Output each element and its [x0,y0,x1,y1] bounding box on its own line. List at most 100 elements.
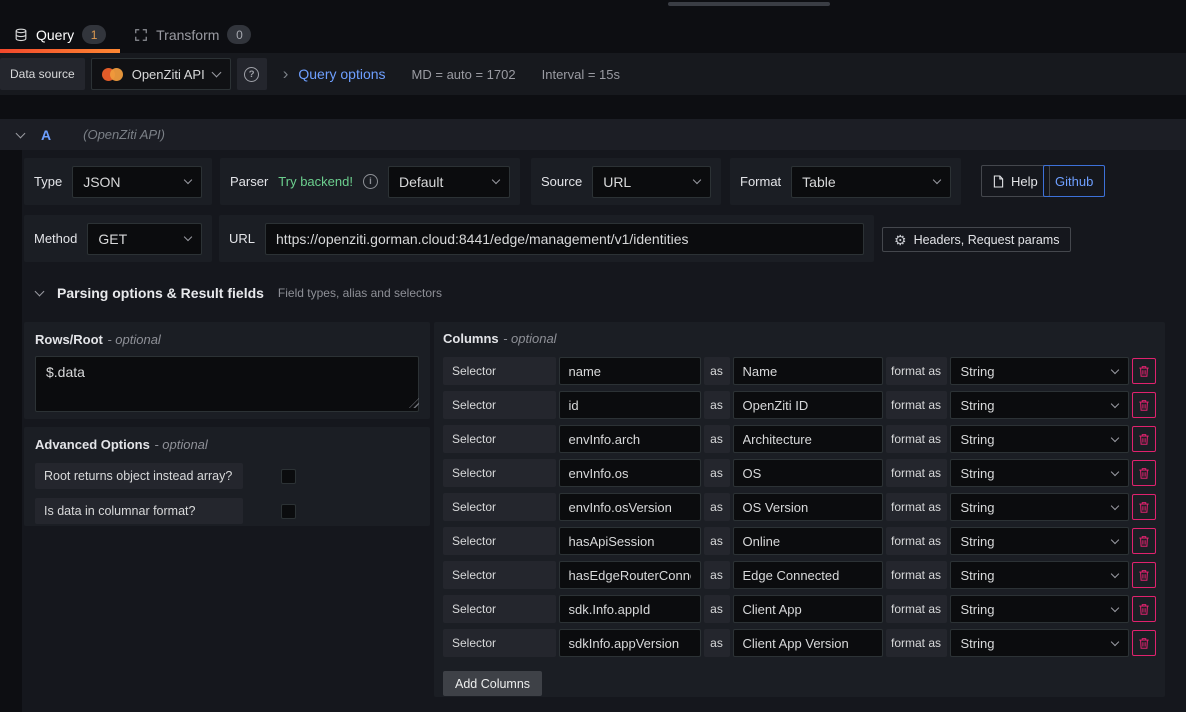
column-row: Selector as format as String [443,527,1156,555]
column-format-select[interactable]: String [950,391,1130,419]
transform-count-badge: 0 [227,25,251,44]
format-as-label: format as [886,493,947,521]
column-alias-input[interactable] [733,595,883,623]
url-input[interactable] [265,223,864,255]
parser-select[interactable]: Default [388,166,510,198]
trash-icon [1138,637,1150,650]
chevron-down-icon [1111,365,1119,373]
chevron-right-icon: › [283,64,289,84]
parser-field-group: Parser Try backend! i Default [220,158,520,205]
delete-column-button[interactable] [1132,596,1156,622]
delete-column-button[interactable] [1132,494,1156,520]
chevron-down-icon [1111,637,1119,645]
query-count-badge: 1 [82,25,106,44]
try-backend-hint[interactable]: Try backend! [278,174,353,189]
tab-transform[interactable]: Transform 0 [120,16,265,53]
format-label: Format [740,174,781,189]
delete-column-button[interactable] [1132,426,1156,452]
column-selector-input[interactable] [559,459,701,487]
url-field-group: URL [219,215,874,262]
datasource-picker[interactable]: OpenZiti API [91,58,231,90]
columnar-format-checkbox[interactable] [281,504,296,519]
column-selector-input[interactable] [559,425,701,453]
delete-column-button[interactable] [1132,562,1156,588]
column-alias-input[interactable] [733,459,883,487]
column-format-select[interactable]: String [950,357,1130,385]
column-alias-input[interactable] [733,629,883,657]
gear-icon: ⚙ [894,233,907,247]
query-row-header[interactable]: A (OpenZiti API) [0,119,1186,150]
chevron-down-icon [492,176,500,184]
selector-label: Selector [443,425,556,453]
tab-query-label: Query [36,27,74,43]
format-as-label: format as [886,391,947,419]
query-ref-name[interactable]: A [41,127,51,143]
drag-handle[interactable] [668,2,830,6]
advanced-option-row: Root returns object instead array? [35,463,419,489]
help-button[interactable]: Help [981,165,1050,197]
column-format-select[interactable]: String [950,425,1130,453]
column-selector-input[interactable] [559,391,701,419]
selector-label: Selector [443,629,556,657]
tab-query[interactable]: Query 1 [0,16,120,53]
editor-tabs: Query 1 Transform 0 [0,16,265,53]
delete-column-button[interactable] [1132,358,1156,384]
column-selector-input[interactable] [559,595,701,623]
chevron-down-icon [1111,603,1119,611]
format-as-label: format as [886,459,947,487]
column-alias-input[interactable] [733,357,883,385]
datasource-help-button[interactable]: ? [237,58,267,90]
format-select[interactable]: Table [791,166,951,198]
column-row: Selector as format as String [443,595,1156,623]
type-select[interactable]: JSON [72,166,202,198]
trash-icon [1138,535,1150,548]
column-selector-input[interactable] [559,527,701,555]
delete-column-button[interactable] [1132,392,1156,418]
headers-request-params-button[interactable]: ⚙ Headers, Request params [882,227,1071,252]
info-circle-icon: i [363,174,378,189]
root-returns-object-label: Root returns object instead array? [35,463,243,489]
column-selector-input[interactable] [559,629,701,657]
database-icon [14,28,28,42]
column-alias-input[interactable] [733,425,883,453]
column-format-select[interactable]: String [950,595,1130,623]
column-selector-input[interactable] [559,493,701,521]
column-alias-input[interactable] [733,527,883,555]
method-select[interactable]: GET [87,223,202,255]
rows-root-input[interactable] [35,356,419,412]
source-select[interactable]: URL [592,166,711,198]
add-columns-button[interactable]: Add Columns [443,671,542,696]
column-format-select[interactable]: String [950,459,1130,487]
root-returns-object-checkbox[interactable] [281,469,296,484]
delete-column-button[interactable] [1132,460,1156,486]
chevron-down-icon [1111,501,1119,509]
column-selector-input[interactable] [559,357,701,385]
column-format-select[interactable]: String [950,527,1130,555]
delete-column-button[interactable] [1132,630,1156,656]
parsing-section-header[interactable]: Parsing options & Result fields Field ty… [36,285,442,301]
optional-hint: - optional [503,331,556,346]
parser-label: Parser [230,174,268,189]
column-alias-input[interactable] [733,391,883,419]
interval-stat: Interval = 15s [542,67,620,82]
column-format-select[interactable]: String [950,561,1130,589]
column-alias-input[interactable] [733,561,883,589]
columns-label: Columns [443,331,499,346]
datasource-label: Data source [0,58,85,90]
github-button[interactable]: Github [1043,165,1105,197]
column-alias-input[interactable] [733,493,883,521]
column-selector-input[interactable] [559,561,701,589]
method-label: Method [34,231,77,246]
collapse-chevron-icon[interactable] [35,287,45,297]
collapse-chevron-icon[interactable] [16,128,26,138]
query-options-toggle[interactable]: Query options [298,66,385,82]
column-format-select[interactable]: String [950,493,1130,521]
column-row: Selector as format as String [443,391,1156,419]
as-label: as [704,527,730,555]
query-editor-body: Type JSON Parser Try backend! i Default … [22,150,1186,712]
column-format-select[interactable]: String [950,629,1130,657]
selector-label: Selector [443,527,556,555]
trash-icon [1138,603,1150,616]
as-label: as [704,425,730,453]
delete-column-button[interactable] [1132,528,1156,554]
